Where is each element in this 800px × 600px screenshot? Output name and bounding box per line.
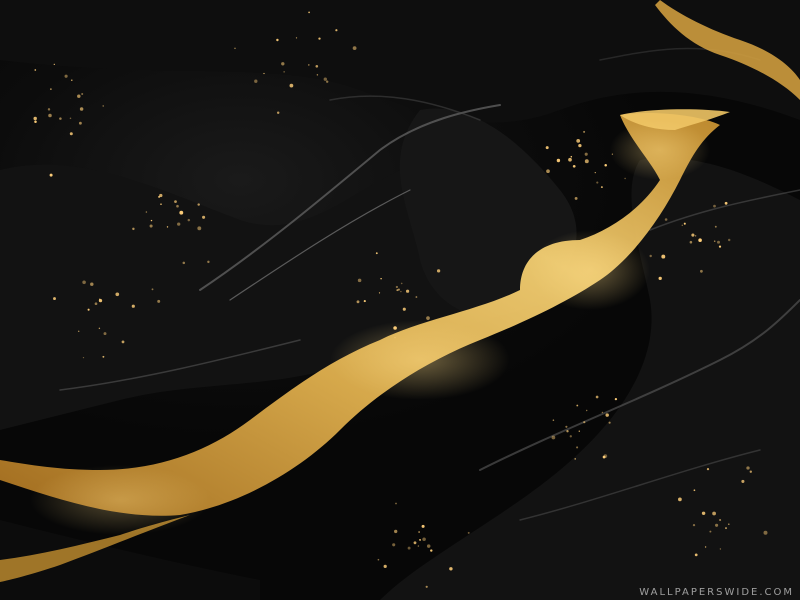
terrain-scene: WALLPAPERSWIDE.COM — [0, 0, 800, 600]
watermark-text: WALLPAPERSWIDE.COM — [639, 587, 794, 598]
terrain-illustration — [0, 0, 800, 600]
